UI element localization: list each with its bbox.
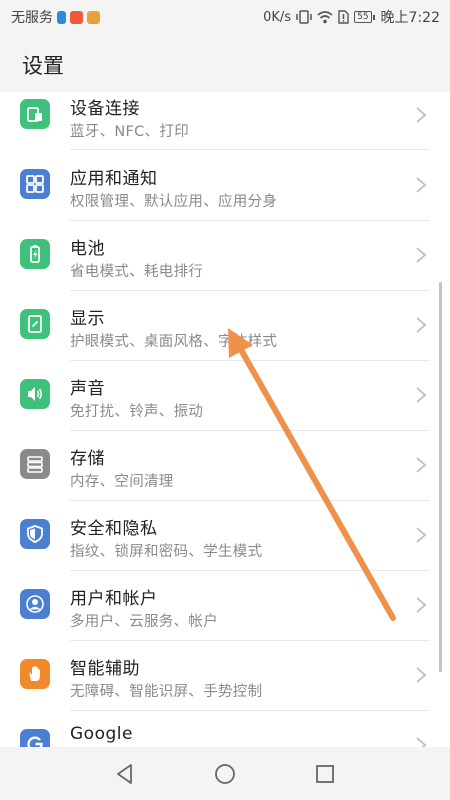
settings-item-security[interactable]: 安全和隐私 指纹、锁屏和密码、学生模式	[0, 500, 450, 570]
settings-item-title: 安全和隐私	[70, 519, 158, 539]
settings-item-subtitle: 内存、空间清理	[70, 474, 174, 490]
chevron-right-icon	[416, 457, 427, 473]
pay-app-icon	[57, 10, 66, 24]
settings-item-smart-assist[interactable]: 智能辅助 无障碍、智能识屏、手势控制	[0, 640, 450, 710]
header: 设置	[0, 32, 450, 92]
settings-item-subtitle: 权限管理、默认应用、应用分身	[70, 194, 278, 210]
settings-item-storage[interactable]: 存储 内存、空间清理	[0, 430, 450, 500]
chevron-right-icon	[416, 107, 427, 123]
page-title: 设置	[22, 54, 64, 78]
scrollbar[interactable]	[439, 282, 442, 672]
settings-list[interactable]: 设备连接 蓝牙、NFC、打印 应用和通知 权限管理、默认应用、应用分身 电池 省…	[0, 92, 450, 747]
vibrate-icon	[296, 10, 312, 24]
google-icon	[20, 729, 50, 747]
home-icon[interactable]	[214, 763, 236, 785]
device-connection-icon	[20, 99, 50, 129]
settings-item-sound[interactable]: 声音 免打扰、铃声、振动	[0, 360, 450, 430]
chevron-right-icon	[416, 737, 427, 747]
apps-icon	[20, 169, 50, 199]
settings-item-title: 应用和通知	[70, 169, 158, 189]
recents-icon[interactable]	[314, 763, 336, 785]
battery-icon	[20, 239, 50, 269]
chevron-right-icon	[416, 247, 427, 263]
video-app-icon	[70, 10, 83, 24]
settings-item-title: Google	[70, 724, 133, 744]
settings-item-subtitle: 蓝牙、NFC、打印	[70, 124, 190, 140]
net-speed-text: 0K/s	[263, 9, 292, 25]
clock-text: 晚上7:22	[380, 10, 440, 26]
settings-item-users[interactable]: 用户和帐户 多用户、云服务、帐户	[0, 570, 450, 640]
hand-icon	[20, 659, 50, 689]
settings-item-display[interactable]: 显示 护眼模式、桌面风格、字体样式	[0, 290, 450, 360]
settings-item-title: 电池	[70, 239, 105, 259]
chevron-right-icon	[416, 667, 427, 683]
settings-item-title: 设备连接	[70, 99, 140, 119]
game-app-icon	[87, 10, 100, 24]
settings-item-subtitle: 省电模式、耗电排行	[70, 264, 204, 280]
shield-icon	[20, 519, 50, 549]
settings-item-title: 智能辅助	[70, 659, 140, 679]
settings-item-subtitle: 无障碍、智能识屏、手势控制	[70, 684, 263, 700]
chevron-right-icon	[416, 317, 427, 333]
navigation-bar	[0, 747, 450, 800]
status-right: 0K/s 55 晚上7:22	[263, 7, 440, 27]
chevron-right-icon	[416, 597, 427, 613]
status-bar: 无服务 0K/s 55 晚上7:22	[0, 0, 450, 32]
settings-item-title: 显示	[70, 309, 105, 329]
carrier-text: 无服务	[11, 10, 53, 26]
settings-item-title: 存储	[70, 449, 105, 469]
settings-item-battery[interactable]: 电池 省电模式、耗电排行	[0, 220, 450, 290]
settings-item-subtitle: 指纹、锁屏和密码、学生模式	[70, 544, 263, 560]
settings-item-subtitle: 多用户、云服务、帐户	[70, 614, 218, 630]
chevron-right-icon	[416, 387, 427, 403]
wifi-icon	[317, 10, 333, 23]
sim-alert-icon	[338, 10, 349, 24]
settings-item-title: 用户和帐户	[70, 589, 158, 609]
settings-item-subtitle: 免打扰、铃声、振动	[70, 404, 204, 420]
chevron-right-icon	[416, 177, 427, 193]
back-icon[interactable]	[114, 763, 136, 785]
user-icon	[20, 589, 50, 619]
display-icon	[20, 309, 50, 339]
sound-icon	[20, 379, 50, 409]
storage-icon	[20, 449, 50, 479]
settings-item-title: 声音	[70, 379, 105, 399]
settings-item-google[interactable]: Google	[0, 710, 450, 747]
settings-item-apps[interactable]: 应用和通知 权限管理、默认应用、应用分身	[0, 150, 450, 220]
settings-item-subtitle: 护眼模式、桌面风格、字体样式	[70, 334, 278, 350]
status-left: 无服务	[11, 7, 100, 27]
battery-level: 55	[354, 11, 376, 23]
chevron-right-icon	[416, 527, 427, 543]
